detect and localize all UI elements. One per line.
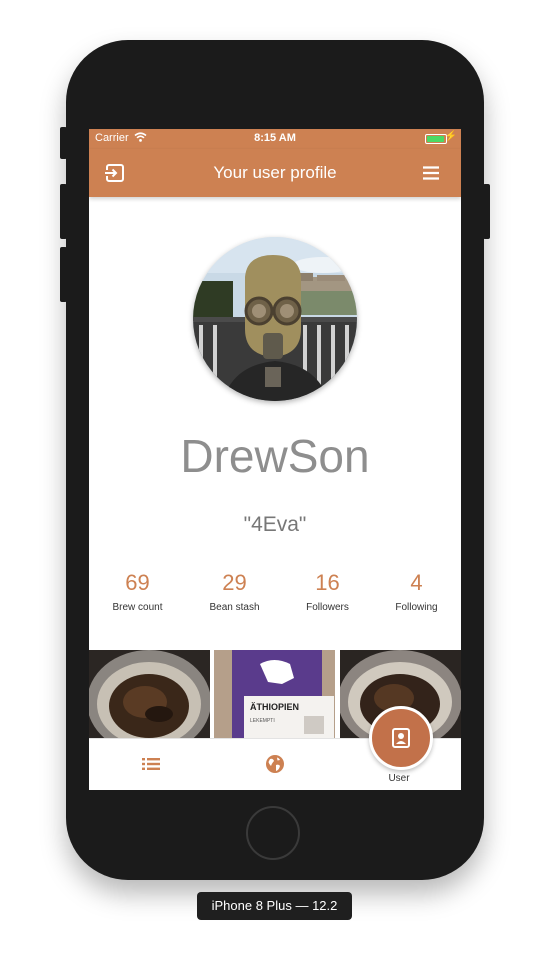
power-button xyxy=(483,184,490,239)
page-title: Your user profile xyxy=(213,163,337,182)
stat-value: 4 xyxy=(410,570,423,595)
avatar[interactable] xyxy=(193,237,357,401)
list-icon[interactable] xyxy=(141,756,161,772)
volume-up-button xyxy=(60,184,67,239)
menu-icon[interactable] xyxy=(419,161,443,185)
stat-label: Followers xyxy=(306,602,349,613)
device-label: iPhone 8 Plus — 12.2 xyxy=(197,892,352,920)
bag-title: ÄTHIOPIEN xyxy=(250,702,299,712)
stat-label: Brew count xyxy=(112,602,163,613)
coffee-bag-photo: ÄTHIOPIEN LEKEMPTI xyxy=(214,650,335,738)
status-time: 8:15 AM xyxy=(254,132,296,144)
stat-label: Following xyxy=(395,602,438,613)
stat-value: 29 xyxy=(222,570,247,595)
stat-following[interactable]: 4 Following xyxy=(370,570,461,613)
charging-icon: ⚡ xyxy=(444,131,457,142)
bag-subtitle: LEKEMPTI xyxy=(250,718,275,724)
user-motto: "4Eva" xyxy=(243,513,307,536)
header-bar: Your user profile xyxy=(89,149,461,197)
volume-down-button xyxy=(60,247,67,302)
brew-photo[interactable] xyxy=(89,650,210,738)
app-screen: Carrier 8:15 AM ⚡ Your user profile Drew… xyxy=(89,129,461,790)
stat-value: 16 xyxy=(315,570,340,595)
bean-bag-photo[interactable]: ÄTHIOPIEN LEKEMPTI xyxy=(214,650,335,738)
home-button[interactable] xyxy=(246,806,300,860)
contact-card-icon xyxy=(392,728,410,748)
battery-level xyxy=(427,136,444,142)
stat-brew-count[interactable]: 69 Brew count xyxy=(91,570,184,613)
stat-value: 69 xyxy=(125,570,150,595)
coffee-grounds-photo xyxy=(89,650,210,738)
avatar-photo xyxy=(193,237,357,401)
username: DrewSon xyxy=(180,430,370,482)
status-bar: Carrier 8:15 AM ⚡ xyxy=(89,129,461,149)
tab-user-label: User xyxy=(388,773,410,784)
globe-icon[interactable] xyxy=(265,754,285,774)
stat-label: Bean stash xyxy=(209,602,260,613)
silent-switch xyxy=(60,127,67,159)
stat-followers[interactable]: 16 Followers xyxy=(281,570,374,613)
stat-bean-stash[interactable]: 29 Bean stash xyxy=(188,570,281,613)
tab-user[interactable] xyxy=(369,706,433,770)
